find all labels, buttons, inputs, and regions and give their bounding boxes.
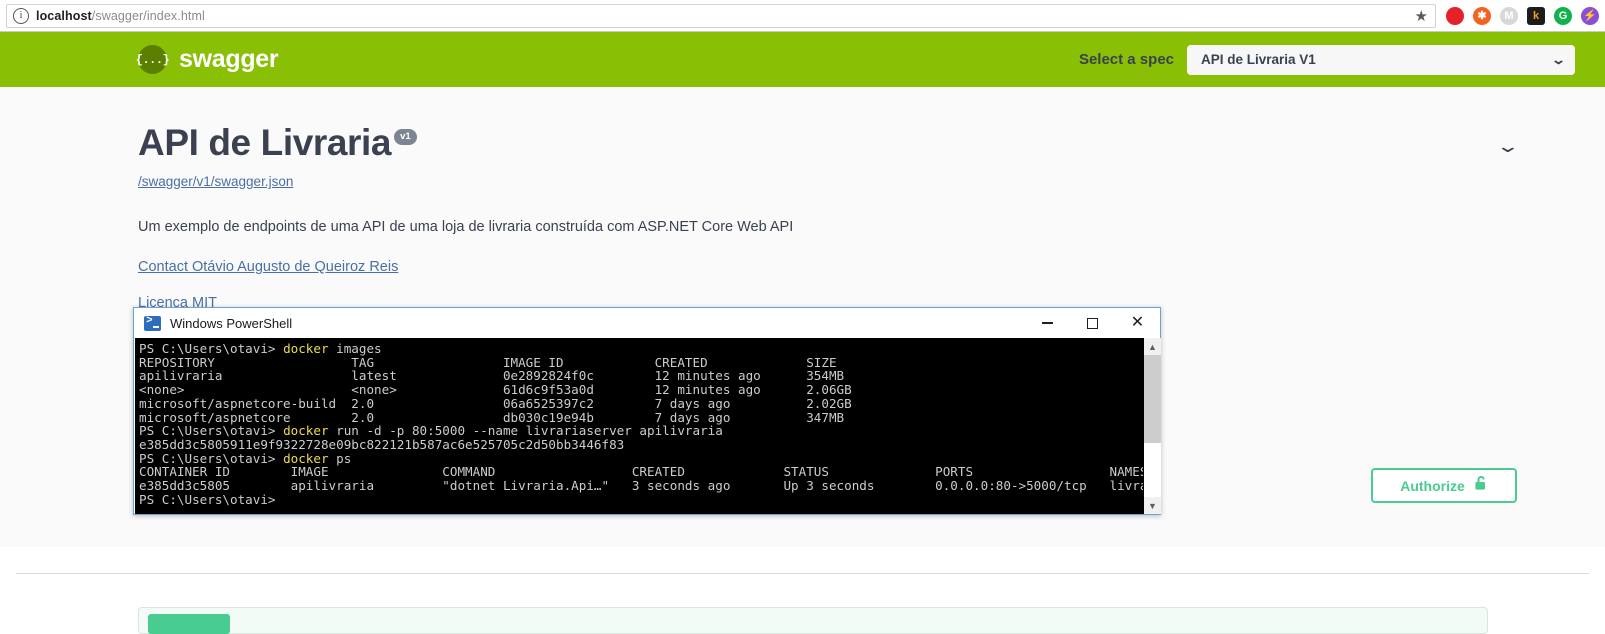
lightning-icon[interactable]: ⚡	[1581, 6, 1599, 25]
operation-row[interactable]	[138, 607, 1488, 634]
scrollbar-track[interactable]	[1144, 355, 1161, 497]
powershell-window[interactable]: Windows PowerShell ✕ PS C:\Users\otavi> …	[133, 307, 1161, 515]
swagger-braces-icon: {...}	[136, 45, 170, 74]
console-line: REPOSITORY TAG IMAGE ID CREATED SIZE	[139, 354, 837, 370]
console-line: microsoft/aspnetcore 2.0 db030c19e94b 7 …	[139, 409, 845, 425]
unlock-icon	[1474, 475, 1488, 496]
powershell-icon	[144, 315, 161, 331]
minimize-icon	[1042, 322, 1053, 324]
opera-icon[interactable]	[1446, 6, 1464, 25]
http-method-badge	[148, 614, 230, 634]
browser-toolbar: i localhost/swagger/index.html ★ ✱ Mk G ⚡	[0, 0, 1605, 32]
console-line: e385dd3c5805911e9f9322728e09bc822121b587…	[139, 436, 625, 452]
console-line: microsoft/aspnetcore-build 2.0 06a652539…	[139, 395, 852, 411]
console-line: e385dd3c5805 apilivraria "dotnet Livrari…	[139, 478, 1143, 494]
console-line: CONTAINER ID IMAGE COMMAND CREATED STATU…	[139, 464, 1143, 480]
powershell-titlebar[interactable]: Windows PowerShell ✕	[134, 308, 1160, 338]
contact-link[interactable]: Contact Otávio Augusto de Queiroz Reis	[138, 259, 1038, 275]
scroll-down-icon[interactable]: ▼	[1144, 497, 1161, 514]
swagger-logo[interactable]: {...} swagger	[136, 45, 279, 74]
spec-select[interactable]: API de Livraria V1 ⌄	[1187, 44, 1575, 75]
api-version-badge: v1	[394, 129, 417, 145]
console-line: PS C:\Users\otavi>	[139, 491, 284, 507]
kaspersky-icon[interactable]: k	[1527, 6, 1545, 25]
powershell-console[interactable]: PS C:\Users\otavi> docker images REPOSITO…	[135, 338, 1161, 514]
window-controls: ✕	[1025, 308, 1160, 338]
api-tag-section[interactable]	[16, 516, 1589, 574]
spec-select-value: API de Livraria V1	[1201, 52, 1316, 67]
close-icon: ✕	[1130, 314, 1145, 331]
swagger-topbar: {...} swagger Select a spec API de Livra…	[0, 32, 1605, 87]
powershell-window-title: Windows PowerShell	[170, 315, 293, 331]
console-line: apilivraria latest 0e2892824f0c 12 minut…	[139, 368, 845, 384]
scroll-up-icon[interactable]: ▲	[1144, 338, 1161, 355]
page-title: API de Livraria	[138, 122, 392, 163]
console-line: PS C:\Users\otavi> docker ps	[139, 450, 352, 466]
close-button[interactable]: ✕	[1115, 308, 1160, 338]
authorize-button-label: Authorize	[1400, 477, 1465, 494]
spec-selector-label: Select a spec	[1078, 51, 1174, 68]
console-line: PS C:\Users\otavi> docker run -d -p 80:5…	[139, 423, 723, 439]
swagger-logo-text: swagger	[179, 45, 279, 73]
console-line: <none> <none> 61d6c9f53a0d 12 minutes ag…	[139, 382, 852, 398]
address-bar[interactable]: i localhost/swagger/index.html ★	[6, 3, 1436, 28]
swagger-json-link[interactable]: /swagger/v1/swagger.json	[138, 174, 1038, 189]
minimize-button[interactable]	[1025, 308, 1070, 338]
console-line: PS C:\Users\otavi> docker images	[139, 341, 382, 356]
chevron-down-icon: ⌄	[1550, 51, 1567, 67]
authorize-button[interactable]: Authorize	[1371, 468, 1517, 503]
adblock-icon[interactable]: ✱	[1473, 6, 1491, 25]
grammarly-icon[interactable]: G	[1554, 6, 1572, 25]
site-info-icon[interactable]: i	[13, 7, 29, 24]
api-description: Um exemplo de endpoints de uma API de um…	[138, 219, 794, 235]
mega-icon[interactable]: M	[1500, 6, 1518, 25]
console-output: PS C:\Users\otavi> docker images REPOSITO…	[135, 338, 1143, 514]
spec-selector-group: Select a spec API de Livraria V1 ⌄	[1078, 44, 1575, 75]
address-bar-url: localhost/swagger/index.html	[36, 8, 205, 23]
chevron-down-icon[interactable]: ⌄	[1495, 136, 1519, 156]
browser-extensions: ✱ Mk G ⚡	[1436, 6, 1605, 25]
api-info-block: API de Livraria v1 /swagger/v1/swagger.js…	[138, 120, 1038, 311]
maximize-button[interactable]	[1070, 308, 1115, 338]
maximize-icon	[1087, 317, 1098, 329]
scrollbar-thumb[interactable]	[1144, 355, 1161, 443]
console-scrollbar[interactable]: ▲ ▼	[1143, 338, 1161, 514]
bookmark-star-icon[interactable]: ★	[1415, 7, 1431, 25]
